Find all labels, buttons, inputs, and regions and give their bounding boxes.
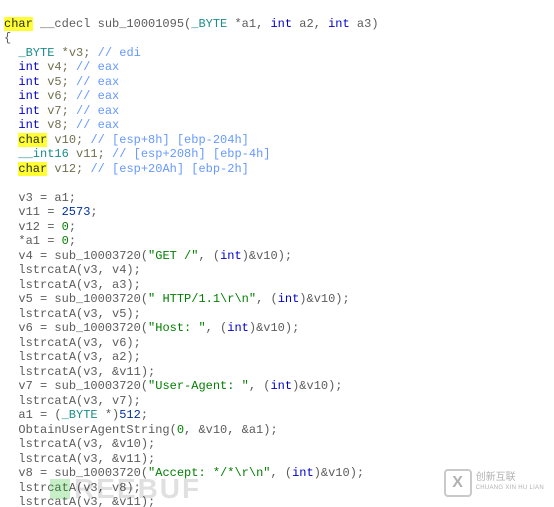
stmt: lstrcatA(v3, v5); (4, 307, 141, 321)
decl-line: __int16 v11; // [esp+208h] [ebp-4h] (4, 147, 270, 161)
stmt: lstrcatA(v3, v7); (4, 394, 141, 408)
decl-line: char v12; // [esp+20Ah] [ebp-2h] (4, 162, 249, 176)
stmt: v8 = sub_10003720("Accept: */*\r\n", (in… (4, 466, 364, 480)
decl-line: int v7; // eax (4, 104, 119, 118)
brace-open: { (4, 31, 11, 45)
stmt: v12 = 0; (4, 220, 76, 234)
decl-line: char v10; // [esp+8h] [ebp-204h] (4, 133, 249, 147)
stmt: lstrcatA(v3, v6); (4, 336, 141, 350)
stmt: ObtainUserAgentString(0, &v10, &a1); (4, 423, 278, 437)
stmt: lstrcatA(v3, &v10); (4, 437, 155, 451)
stmt: lstrcatA(v3, &v11); (4, 495, 155, 507)
stmt: lstrcatA(v3, &v11); (4, 365, 155, 379)
decl-line: _BYTE *v3; // edi (4, 46, 141, 60)
stmt: v3 = a1; (4, 191, 76, 205)
stmt: lstrcatA(v3, a2); (4, 350, 141, 364)
stmt: a1 = (_BYTE *)512; (4, 408, 148, 422)
stmt: v7 = sub_10003720("User-Agent: ", (int)&… (4, 379, 343, 393)
stmt: v11 = 2573; (4, 205, 98, 219)
decl-line: int v6; // eax (4, 89, 119, 103)
decl-line: int v4; // eax (4, 60, 119, 74)
stmt: lstrcatA(v3, v4); (4, 263, 141, 277)
decl-line: int v5; // eax (4, 75, 119, 89)
stmt: lstrcatA(v3, a3); (4, 278, 141, 292)
stmt: v5 = sub_10003720(" HTTP/1.1\r\n", (int)… (4, 292, 350, 306)
stmt: v6 = sub_10003720("Host: ", (int)&v10); (4, 321, 299, 335)
code-block: char __cdecl sub_10001095(_BYTE *a1, int… (0, 0, 554, 507)
stmt: *a1 = 0; (4, 234, 76, 248)
decl-line: int v8; // eax (4, 118, 119, 132)
kw-char: char (4, 17, 33, 31)
stmt: v4 = sub_10003720("GET /", (int)&v10); (4, 249, 292, 263)
stmt: lstrcatA(v3, v8); (4, 481, 141, 495)
stmt: lstrcatA(v3, &v11); (4, 452, 155, 466)
line-signature: char __cdecl sub_10001095(_BYTE *a1, int… (4, 17, 379, 31)
